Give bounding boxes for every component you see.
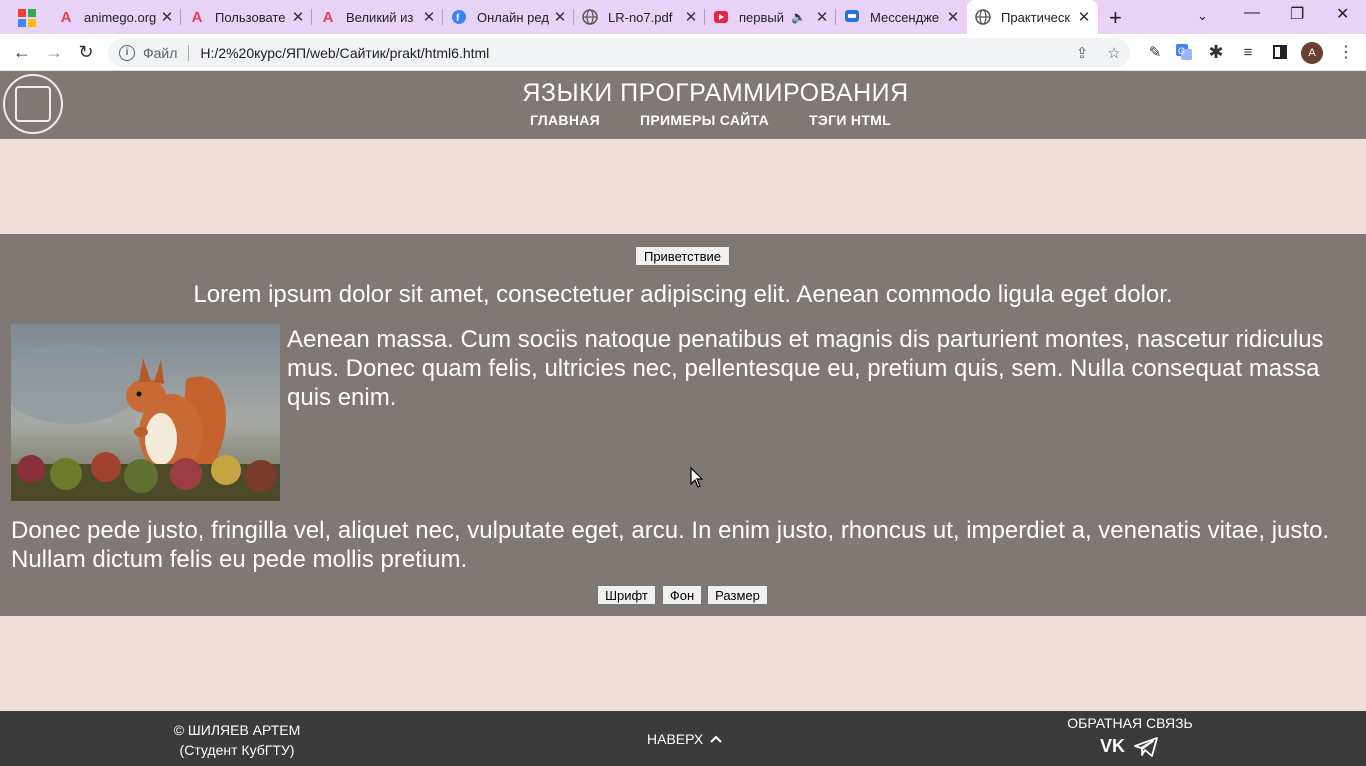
browser-tabstrip: A animego.org ✕ A Пользовате ✕ A Великий… bbox=[0, 0, 1366, 34]
chevron-up-icon bbox=[710, 735, 722, 743]
tab-title: Онлайн ред bbox=[477, 9, 549, 25]
tab-close-icon[interactable]: ✕ bbox=[1074, 8, 1094, 26]
reload-icon[interactable]: ↻ bbox=[74, 40, 98, 64]
paragraph-3: Donec pede justo, fringilla vel, aliquet… bbox=[11, 517, 1330, 573]
mouse-cursor-icon bbox=[690, 467, 704, 488]
site-nav: ГЛАВНАЯ ПРИМЕРЫ САЙТА ТЭГИ HTML bbox=[0, 112, 1366, 128]
tab-title: Практическ bbox=[1001, 9, 1071, 25]
background-button[interactable]: Фон bbox=[662, 585, 702, 605]
author-subtitle: (Студент КубГТУ) bbox=[179, 742, 295, 758]
tab-close-icon[interactable]: ✕ bbox=[419, 8, 439, 26]
nav-examples[interactable]: ПРИМЕРЫ САЙТА bbox=[640, 112, 769, 128]
scheme-label: Файл bbox=[143, 44, 178, 61]
minimize-icon[interactable]: — bbox=[1244, 4, 1260, 22]
site-header: ЯЗЫКИ ПРОГРАММИРОВАНИЯ ГЛАВНАЯ ПРИМЕРЫ С… bbox=[0, 71, 1366, 139]
size-button[interactable]: Размер bbox=[707, 585, 768, 605]
svg-text:G: G bbox=[1178, 46, 1185, 56]
feedback-title: ОБРАТНАЯ СВЯЗЬ bbox=[1067, 715, 1193, 731]
browser-tab[interactable]: A Великий из ✕ bbox=[312, 0, 443, 34]
restore-icon[interactable]: ❐ bbox=[1290, 4, 1304, 24]
tab-close-icon[interactable]: ✕ bbox=[943, 8, 963, 26]
site-title: ЯЗЫКИ ПРОГРАММИРОВАНИЯ bbox=[522, 79, 909, 107]
browser-tab[interactable]: первый 🔈 ✕ bbox=[705, 0, 836, 34]
social-links: VK bbox=[1100, 736, 1159, 758]
url-text[interactable]: H:/2%20курс/ЯП/web/Сайтик/prakt/html6.ht… bbox=[200, 45, 1066, 61]
author-name: © ШИЛЯЕВ АРТЕМ bbox=[173, 722, 301, 738]
tab-close-icon[interactable]: ✕ bbox=[550, 8, 570, 26]
globe-icon bbox=[975, 9, 991, 25]
share-icon[interactable]: ⇪ bbox=[1066, 44, 1098, 62]
browser-tab[interactable]: A Пользовате ✕ bbox=[181, 0, 312, 34]
translate-icon[interactable]: G bbox=[1172, 40, 1196, 64]
paragraph-2: Aenean massa. Cum sociis natoque penatib… bbox=[287, 326, 1324, 411]
content-panel: Приветствие Lorem ipsum dolor sit amet, … bbox=[0, 234, 1366, 616]
tab-title: Великий из bbox=[346, 9, 414, 25]
tab-close-icon[interactable]: ✕ bbox=[812, 8, 832, 26]
extension-tool-icon[interactable]: ✎ bbox=[1143, 40, 1167, 64]
tab-title: Мессендже bbox=[870, 9, 940, 25]
footer-author: © ШИЛЯЕВ АРТЕМ (Студент КубГТУ) bbox=[137, 720, 337, 760]
browser-tab[interactable]: A animego.org ✕ bbox=[50, 0, 181, 34]
info-icon[interactable]: i bbox=[119, 44, 135, 61]
browser-toolbar: ← → ↻ i Файл H:/2%20курс/ЯП/web/Сайтик/p… bbox=[0, 34, 1366, 71]
menu-kebab-icon[interactable]: ⋮ bbox=[1334, 40, 1358, 64]
tab-search-icon[interactable]: ⌄ bbox=[1197, 8, 1208, 24]
tab-title: animego.org bbox=[84, 9, 157, 25]
browser-tab-active[interactable]: Практическ ✕ bbox=[967, 0, 1098, 34]
audio-playing-icon[interactable]: 🔈 bbox=[791, 10, 806, 24]
chat-icon bbox=[844, 9, 860, 25]
browser-tab[interactable]: Мессендже ✕ bbox=[836, 0, 967, 34]
reading-list-icon[interactable]: ≡ bbox=[1236, 40, 1260, 64]
profile-avatar[interactable]: A bbox=[1301, 42, 1323, 64]
apps-icon[interactable] bbox=[18, 9, 36, 27]
tab-title: первый bbox=[739, 9, 785, 25]
tab-close-icon[interactable]: ✕ bbox=[157, 8, 177, 26]
editor-icon: f bbox=[451, 9, 467, 25]
font-button[interactable]: Шрифт bbox=[597, 585, 656, 605]
site-footer: © ШИЛЯЕВ АРТЕМ (Студент КубГТУ) НАВЕРХ О… bbox=[0, 711, 1366, 766]
tab-favicon-icon: A bbox=[191, 8, 203, 26]
squirrel-image bbox=[11, 324, 280, 501]
tab-title: LR-no7.pdf bbox=[608, 9, 673, 25]
lead-paragraph: Lorem ipsum dolor sit amet, consectetuer… bbox=[193, 281, 1173, 308]
tab-close-icon[interactable]: ✕ bbox=[681, 8, 701, 26]
nav-html-tags[interactable]: ТЭГИ HTML bbox=[809, 112, 891, 128]
side-panel-icon[interactable] bbox=[1268, 40, 1292, 64]
tab-close-icon[interactable]: ✕ bbox=[288, 8, 308, 26]
tab-favicon-icon: A bbox=[60, 8, 72, 26]
greeting-button[interactable]: Приветствие bbox=[635, 246, 730, 266]
bookmark-star-icon[interactable]: ☆ bbox=[1098, 44, 1130, 62]
vk-icon[interactable]: VK bbox=[1100, 736, 1125, 758]
extensions-puzzle-icon[interactable]: ✱ bbox=[1204, 40, 1228, 64]
to-top-label: НАВЕРХ bbox=[647, 731, 704, 747]
browser-tab[interactable]: LR-no7.pdf ✕ bbox=[574, 0, 705, 34]
video-icon bbox=[713, 9, 729, 25]
globe-icon bbox=[582, 9, 598, 25]
browser-tab[interactable]: f Онлайн ред ✕ bbox=[443, 0, 574, 34]
back-icon[interactable]: ← bbox=[10, 40, 34, 64]
new-tab-button[interactable]: + bbox=[1109, 5, 1122, 31]
close-window-icon[interactable]: ✕ bbox=[1336, 4, 1349, 24]
telegram-icon[interactable] bbox=[1133, 736, 1159, 758]
address-bar[interactable]: i Файл H:/2%20курс/ЯП/web/Сайтик/prakt/h… bbox=[108, 38, 1130, 67]
tab-title: Пользовате bbox=[215, 9, 286, 25]
forward-icon[interactable]: → bbox=[42, 40, 66, 64]
nav-home[interactable]: ГЛАВНАЯ bbox=[530, 112, 600, 128]
tab-favicon-icon: A bbox=[322, 8, 334, 26]
to-top-link[interactable]: НАВЕРХ bbox=[647, 731, 723, 747]
